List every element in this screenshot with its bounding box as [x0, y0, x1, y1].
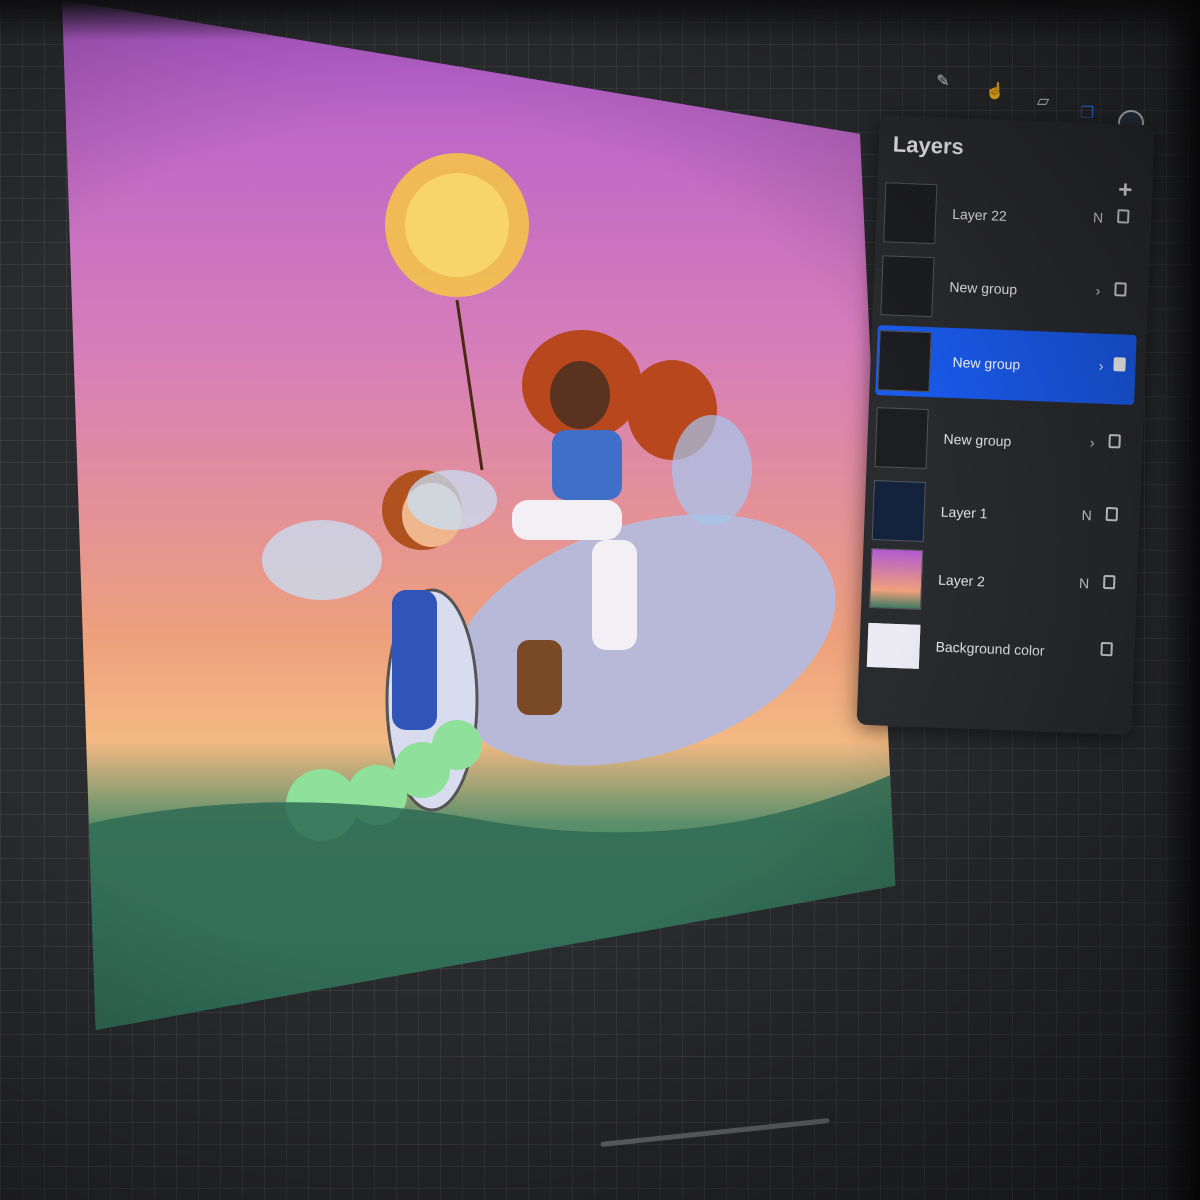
- visibility-checkbox[interactable]: [1105, 506, 1119, 522]
- smudge-icon[interactable]: ☝: [980, 76, 1010, 106]
- layer-row-new-group-1[interactable]: New group ›: [872, 250, 1137, 330]
- fairy-top: [552, 430, 622, 500]
- layer-name: New group: [943, 430, 1012, 450]
- caterpillar-body-3: [432, 720, 482, 770]
- visibility-checkbox[interactable]: [1113, 357, 1126, 372]
- device-bezel-top: [0, 0, 1200, 40]
- visibility-checkbox[interactable]: [1117, 209, 1130, 224]
- visibility-checkbox[interactable]: [1102, 574, 1116, 590]
- eraser-icon[interactable]: ▱: [1028, 86, 1058, 116]
- background-color-swatch[interactable]: [866, 622, 921, 669]
- group-thumbnail: [874, 407, 929, 470]
- visibility-checkbox[interactable]: [1100, 641, 1113, 657]
- layer-name: Layer 1: [940, 503, 988, 522]
- layer-row-layer-22[interactable]: Layer 22 N: [875, 177, 1140, 257]
- fairy-pants: [512, 500, 622, 540]
- visibility-checkbox[interactable]: [1114, 282, 1127, 297]
- brush-icon[interactable]: ✎: [928, 66, 958, 96]
- drawing-canvas[interactable]: [62, 0, 896, 1030]
- fairy-wing: [672, 415, 752, 525]
- fairy2-wing: [262, 520, 382, 600]
- fairy-leg: [592, 540, 637, 650]
- layer-name: New group: [952, 353, 1021, 373]
- layer-row-new-group-3[interactable]: New group ›: [866, 402, 1131, 482]
- canvas-artwork: [62, 153, 896, 1030]
- layer-row-background-color[interactable]: Background color: [858, 610, 1123, 690]
- blend-mode-indicator[interactable]: N: [1081, 507, 1092, 523]
- layer-name: New group: [949, 278, 1018, 298]
- device-bezel-right: [1160, 0, 1200, 1200]
- blend-mode-indicator[interactable]: N: [1079, 575, 1090, 591]
- layer-row-layer-1[interactable]: Layer 1 N: [863, 475, 1128, 555]
- fairy-boot: [517, 640, 562, 715]
- dandelion-core: [405, 173, 509, 277]
- layer-thumbnail: [883, 182, 938, 245]
- group-thumbnail: [877, 330, 932, 393]
- layer-thumbnail: [871, 480, 926, 542]
- layer-name: Layer 2: [937, 571, 986, 590]
- chevron-right-icon[interactable]: ›: [1099, 358, 1104, 374]
- chevron-right-icon[interactable]: ›: [1095, 282, 1100, 298]
- visibility-checkbox[interactable]: [1108, 434, 1121, 449]
- layer-name: Layer 22: [951, 205, 1008, 224]
- layer-thumbnail: [869, 547, 924, 610]
- layer-name: Background color: [935, 638, 1045, 659]
- layer-row-new-group-2[interactable]: New group ›: [875, 325, 1137, 405]
- group-thumbnail: [880, 255, 935, 318]
- fairy2-dress: [392, 590, 437, 730]
- chevron-right-icon[interactable]: ›: [1090, 434, 1095, 450]
- fairy2-wing-right: [407, 470, 497, 530]
- blend-mode-indicator[interactable]: N: [1093, 209, 1104, 225]
- dandelion-stem: [455, 299, 484, 471]
- fairy-face: [550, 361, 610, 429]
- layers-panel: Layers + Layer 22 N New group › New grou…: [856, 115, 1155, 736]
- layers-panel-title: Layers: [892, 131, 965, 160]
